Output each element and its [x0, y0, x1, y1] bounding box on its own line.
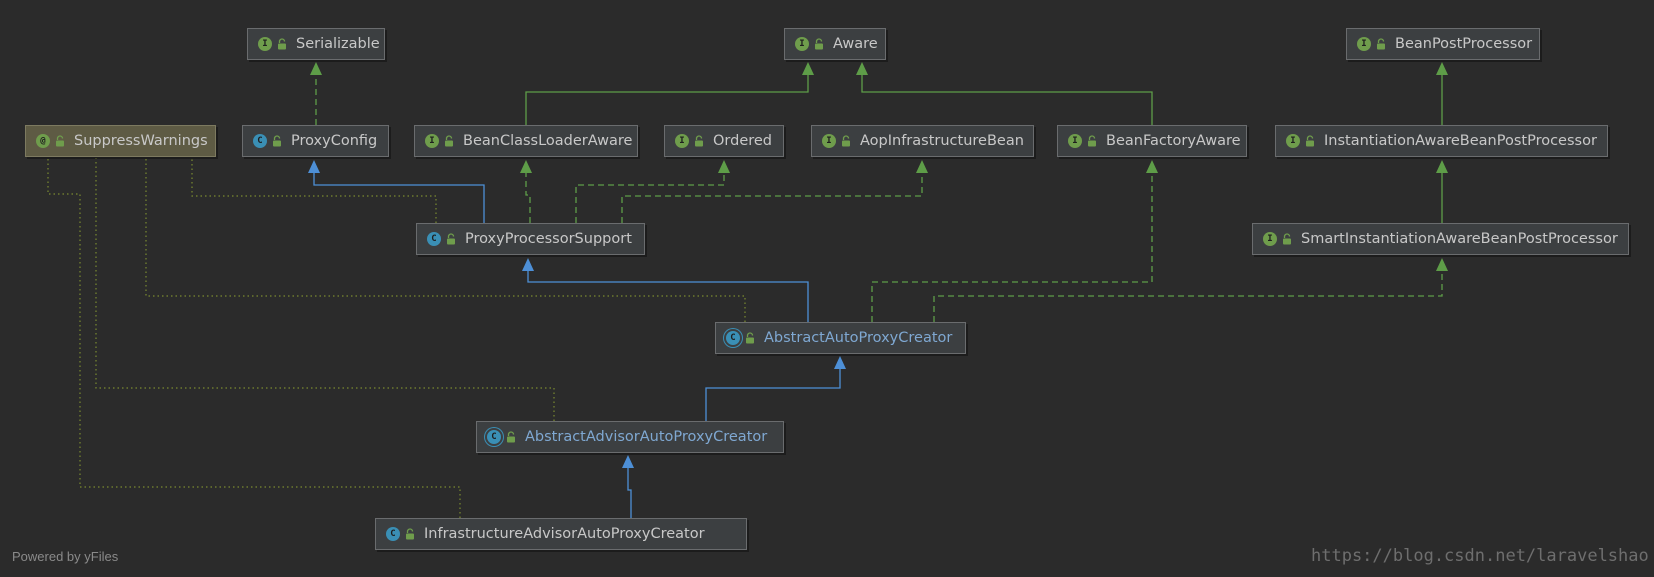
edge-annotated: [95, 158, 555, 421]
abstract-class-icon: C: [487, 430, 501, 444]
annotation-icon: @: [36, 134, 50, 148]
arrowhead: [1436, 258, 1448, 271]
arrowhead: [856, 62, 868, 75]
arrowhead: [802, 62, 814, 75]
node-instantiation-aware-bean-post-processor[interactable]: I InstantiationAwareBeanPostProcessor: [1275, 125, 1608, 157]
arrowhead: [308, 160, 320, 173]
node-label: AopInfrastructureBean: [860, 133, 1024, 149]
public-lock-icon: [1088, 135, 1096, 147]
interface-icon: I: [1357, 37, 1371, 51]
public-lock-icon: [695, 135, 703, 147]
edge-extends: [622, 455, 634, 518]
interface-icon: I: [795, 37, 809, 51]
node-infrastructure-advisor-auto-proxy-creator[interactable]: C InfrastructureAdvisorAutoProxyCreator: [375, 518, 747, 550]
class-icon: C: [386, 527, 400, 541]
node-label: BeanFactoryAware: [1106, 133, 1241, 149]
interface-icon: I: [425, 134, 439, 148]
public-lock-icon: [273, 135, 281, 147]
public-lock-icon: [507, 431, 515, 443]
node-smart-instantiation-aware-bean-post-processor[interactable]: I SmartInstantiationAwareBeanPostProcesso…: [1252, 223, 1629, 255]
edge-implements: [575, 160, 730, 223]
interface-icon: I: [1286, 134, 1300, 148]
public-lock-icon: [406, 528, 414, 540]
class-icon: C: [427, 232, 441, 246]
node-label: AbstractAutoProxyCreator: [764, 330, 953, 346]
arrowhead: [1436, 62, 1448, 75]
node-aop-infrastructure-bean[interactable]: I AopInfrastructureBean: [811, 125, 1034, 157]
powered-by-footer: Powered by yFiles: [12, 549, 119, 564]
interface-icon: I: [822, 134, 836, 148]
node-label: Serializable: [296, 36, 380, 52]
arrowhead: [1436, 160, 1448, 173]
node-serializable[interactable]: I Serializable: [247, 28, 385, 60]
public-lock-icon: [447, 233, 455, 245]
edge-extends: [522, 258, 809, 322]
public-lock-icon: [815, 38, 823, 50]
diagram-edges: [47, 62, 1448, 518]
interface-icon: I: [1263, 232, 1277, 246]
node-ordered[interactable]: I Ordered: [664, 125, 784, 157]
node-label: Aware: [833, 36, 878, 52]
edge-implements: [621, 160, 928, 223]
abstract-class-icon: C: [726, 331, 740, 345]
arrowhead: [718, 160, 730, 173]
uml-diagram-canvas: I Serializable I Aware I BeanPostProcessor @ Su…: [0, 0, 1654, 577]
public-lock-icon: [1283, 233, 1291, 245]
arrowhead: [1146, 160, 1158, 173]
node-bean-post-processor[interactable]: I BeanPostProcessor: [1346, 28, 1540, 60]
node-abstract-auto-proxy-creator[interactable]: C AbstractAutoProxyCreator: [715, 322, 966, 354]
interface-icon: I: [258, 37, 272, 51]
arrowhead: [622, 455, 634, 468]
node-label: BeanPostProcessor: [1395, 36, 1533, 52]
arrowhead: [916, 160, 928, 173]
edge-extends-interface: [856, 62, 1153, 125]
node-bean-factory-aware[interactable]: I BeanFactoryAware: [1057, 125, 1247, 157]
node-suppress-warnings[interactable]: @ SuppressWarnings: [25, 125, 216, 157]
csdn-watermark: https://blog.csdn.net/laravelshao: [1311, 546, 1649, 566]
class-icon: C: [253, 134, 267, 148]
edge-extends-interface: [1436, 160, 1448, 223]
edge-extends-interface: [1436, 62, 1448, 125]
edge-implements: [933, 258, 1448, 322]
node-proxy-config[interactable]: C ProxyConfig: [242, 125, 389, 157]
public-lock-icon: [278, 38, 286, 50]
interface-icon: I: [1068, 134, 1082, 148]
public-lock-icon: [842, 135, 850, 147]
public-lock-icon: [445, 135, 453, 147]
node-label: ProxyProcessorSupport: [465, 231, 632, 247]
interface-icon: I: [675, 134, 689, 148]
edge-implements: [871, 160, 1158, 322]
edge-implements: [520, 160, 532, 223]
node-label: Ordered: [713, 133, 773, 149]
edge-extends: [705, 356, 846, 421]
node-label: ProxyConfig: [291, 133, 378, 149]
public-lock-icon: [56, 135, 64, 147]
node-proxy-processor-support[interactable]: C ProxyProcessorSupport: [416, 223, 645, 255]
edge-implements: [310, 62, 322, 125]
arrowhead: [520, 160, 532, 173]
node-label: SmartInstantiationAwareBeanPostProcessor: [1301, 231, 1618, 247]
node-label: BeanClassLoaderAware: [463, 133, 633, 149]
node-aware[interactable]: I Aware: [784, 28, 886, 60]
node-label: InfrastructureAdvisorAutoProxyCreator: [424, 526, 705, 542]
node-abstract-advisor-auto-proxy-creator[interactable]: C AbstractAdvisorAutoProxyCreator: [476, 421, 784, 453]
arrowhead: [310, 62, 322, 75]
arrowhead: [834, 356, 846, 369]
node-label: AbstractAdvisorAutoProxyCreator: [525, 429, 768, 445]
public-lock-icon: [1306, 135, 1314, 147]
public-lock-icon: [1377, 38, 1385, 50]
arrowhead: [522, 258, 534, 271]
node-bean-class-loader-aware[interactable]: I BeanClassLoaderAware: [414, 125, 638, 157]
edge-annotated: [47, 158, 461, 518]
public-lock-icon: [746, 332, 754, 344]
edge-extends: [308, 160, 485, 223]
node-label: SuppressWarnings: [74, 133, 208, 149]
edge-extends-interface: [525, 62, 814, 125]
node-label: InstantiationAwareBeanPostProcessor: [1324, 133, 1597, 149]
